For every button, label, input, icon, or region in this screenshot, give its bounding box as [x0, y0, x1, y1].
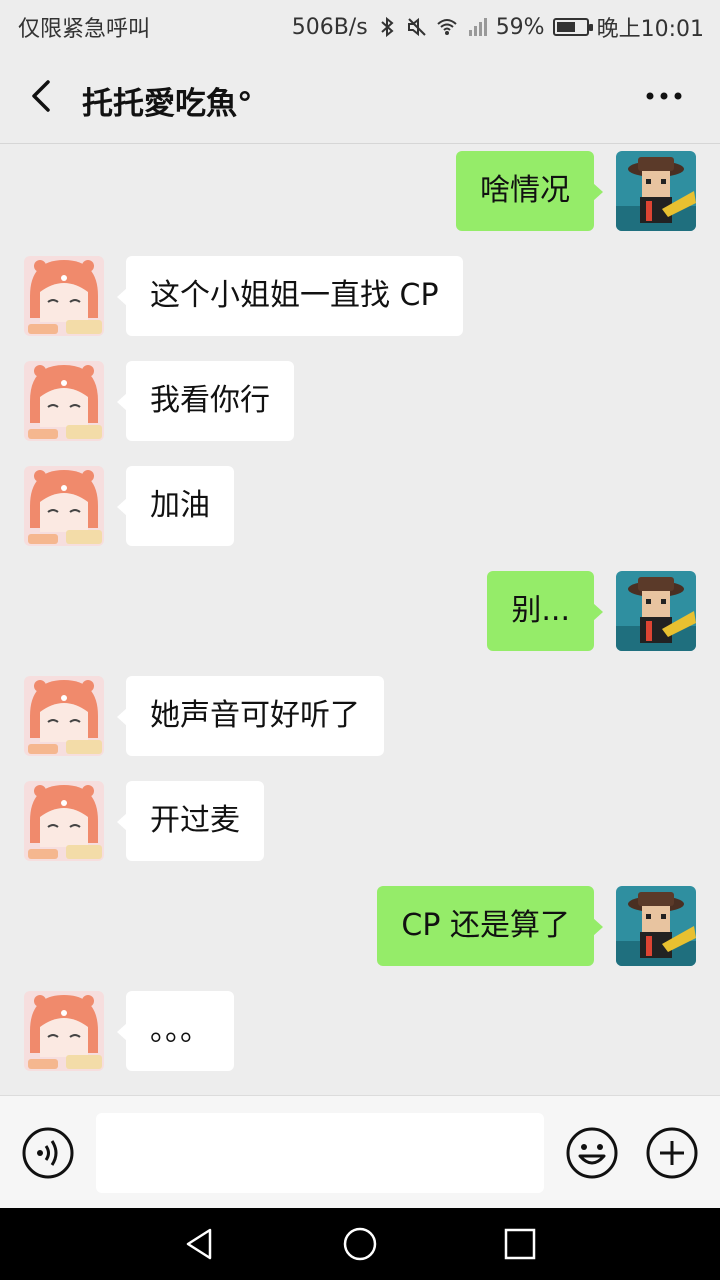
plus-icon[interactable]	[645, 1126, 699, 1180]
message-bubble[interactable]: 加油	[117, 466, 234, 546]
message-row-sent: 别...	[0, 565, 720, 651]
status-icons: 506B/s 59% 晚上10:01	[292, 11, 704, 43]
chevron-left-icon[interactable]	[24, 76, 60, 116]
mute-icon	[407, 17, 426, 37]
contact-avatar[interactable]	[24, 361, 104, 441]
message-bubble[interactable]: 这个小姐姐一直找 CP	[117, 256, 463, 336]
status-bar: 仅限紧急呼叫 506B/s 59% 晚上10:01	[0, 0, 720, 50]
net-speed: 506B/s	[291, 14, 368, 40]
battery-percent: 59%	[495, 14, 545, 40]
self-avatar[interactable]	[616, 886, 696, 966]
message-bubble[interactable]: CP 还是算了	[377, 886, 603, 966]
message-row-received: 这个小姐姐一直找 CP	[0, 250, 720, 336]
message-row-received: 我看你行	[0, 355, 720, 441]
system-navigation-bar	[0, 1208, 720, 1280]
message-bubble[interactable]: 啥情况	[456, 151, 603, 231]
back-triangle-icon[interactable]	[182, 1226, 218, 1262]
bluetooth-icon	[381, 16, 394, 38]
self-avatar[interactable]	[616, 151, 696, 231]
wifi-icon	[437, 19, 457, 35]
message-row-received: 开过麦	[0, 775, 720, 861]
message-row-sent: 啥情况	[0, 145, 720, 231]
message-bubble[interactable]: 开过麦	[117, 781, 264, 861]
chat-title: 托托愛吃魚°	[82, 86, 253, 122]
message-bubble[interactable]: 别...	[487, 571, 603, 651]
message-row-received: 她声音可好听了	[0, 670, 720, 756]
clock: 晚上10:01	[596, 17, 704, 42]
contact-avatar[interactable]	[24, 256, 104, 336]
message-row-sent: CP 还是算了	[0, 880, 720, 966]
input-bar	[0, 1095, 720, 1208]
more-dots-icon[interactable]	[644, 88, 684, 104]
battery-fill	[556, 22, 576, 32]
contact-avatar[interactable]	[24, 781, 104, 861]
contact-avatar[interactable]	[24, 676, 104, 756]
recents-square-icon[interactable]	[502, 1226, 538, 1262]
battery-icon	[552, 18, 593, 36]
chat-header: 托托愛吃魚°	[0, 50, 720, 144]
message-row-received: 。。。	[0, 985, 720, 1071]
message-list[interactable]: 啥情况这个小姐姐一直找 CP 我看你行加油别... 她声音可好听了 开过麦 CP 还是算…	[0, 145, 720, 1095]
message-input[interactable]	[96, 1113, 544, 1193]
message-bubble[interactable]: 我看你行	[117, 361, 294, 441]
contact-avatar[interactable]	[24, 991, 104, 1071]
voice-icon[interactable]	[21, 1126, 75, 1180]
home-circle-icon[interactable]	[342, 1226, 378, 1262]
message-row-received: 加油	[0, 460, 720, 546]
message-bubble[interactable]: 。。。	[117, 991, 234, 1071]
message-bubble[interactable]: 她声音可好听了	[117, 676, 384, 756]
self-avatar[interactable]	[616, 571, 696, 651]
carrier-text: 仅限紧急呼叫	[18, 17, 151, 42]
signal-icon	[468, 18, 487, 36]
contact-avatar[interactable]	[24, 466, 104, 546]
emoji-icon[interactable]	[565, 1126, 619, 1180]
